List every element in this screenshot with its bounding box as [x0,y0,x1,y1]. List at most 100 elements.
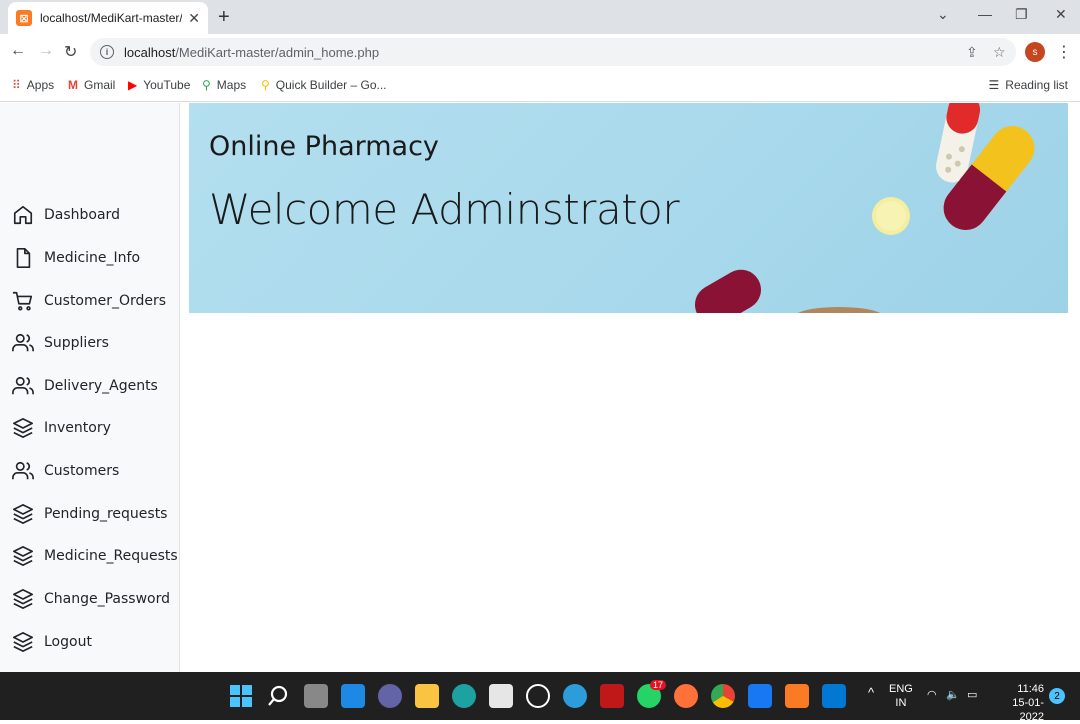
whatsapp-badge: 17 [650,680,667,690]
sidebar-item-label: Medicine_Requests [44,548,178,564]
address-bar-row: ← → ↻ i localhost/MediKart-master/admin_… [0,34,1080,70]
sidebar-item-customers[interactable]: Customers [12,458,119,484]
windows-taskbar: 17 ^ ENG IN ◠ 🔈 ▭ 11:46 15-01-2022 2 [0,672,1080,723]
sidebar-item-medicine-requests[interactable]: Medicine_Requests [12,543,178,569]
close-window-button[interactable]: ✕ [1055,6,1067,23]
layers-icon [13,504,33,524]
sidebar-item-pending-requests[interactable]: Pending_requests [12,501,167,527]
teams-chat-icon[interactable] [378,684,402,708]
site-info-icon[interactable]: i [100,45,114,59]
sidebar-item-label: Dashboard [44,207,120,223]
url-field[interactable]: i localhost/MediKart-master/admin_home.p… [90,38,1016,66]
bookmark-label: Maps [216,78,247,92]
time-text: 11:46 [1017,683,1044,695]
close-tab-icon[interactable]: ✕ [188,10,200,27]
sidebar-item-label: Inventory [44,420,111,436]
back-button[interactable]: ← [10,42,26,60]
profile-avatar[interactable]: s [1025,42,1045,62]
clock[interactable]: 11:46 15-01-2022 [992,682,1044,724]
bookmark-label: Gmail [84,78,116,92]
sidebar-item-change-password[interactable]: Change_Password [12,586,170,612]
sidebar-item-suppliers[interactable]: Suppliers [12,330,109,356]
users-icon [12,376,34,395]
sidebar-item-customer-orders[interactable]: Customer_Orders [12,288,166,314]
sidebar-item-label: Customer_Orders [44,293,167,309]
reading-list-button[interactable]: ☰ Reading list [989,78,1068,92]
apps-grid-icon: ⠿ [12,78,21,92]
url-host: localhost [124,44,176,60]
search-icon[interactable] [266,684,290,708]
cart-icon [12,291,33,311]
chrome-icon[interactable] [711,684,735,708]
tab-search-icon[interactable]: ⌄ [937,6,949,23]
bookmarks-bar: ⠿ Apps M Gmail ▶ YouTube ⚲ Maps ⚲ Quick … [0,70,1080,102]
bookmark-youtube[interactable]: ▶ YouTube [128,78,190,92]
firefox-icon[interactable] [674,684,698,708]
help-icon[interactable] [563,684,587,708]
vscode-icon[interactable] [822,684,846,708]
layers-icon [13,632,33,652]
bookmark-maps[interactable]: ⚲ Maps [202,78,246,92]
tab-strip: ⊠ localhost/MediKart-master/admin ✕ + ⌄ … [0,0,1080,34]
windows-start-icon[interactable] [229,684,253,708]
sidebar-item-inventory[interactable]: Inventory [12,415,111,441]
welcome-banner: Online Pharmacy Welcome Adminstrator [189,103,1068,313]
gmail-icon: M [68,78,78,92]
sidebar-item-label: Delivery_Agents [44,378,158,394]
sidebar-item-label: Change_Password [44,591,170,607]
volume-icon[interactable]: 🔈 [946,688,960,702]
youtube-icon: ▶ [128,78,138,92]
reading-list-icon: ☰ [988,78,1000,92]
sidebar-item-delivery-agents[interactable]: Delivery_Agents [12,373,158,399]
edge-browser-icon[interactable] [452,684,476,708]
new-tab-button[interactable]: + [218,6,230,29]
microsoft-store-icon[interactable] [489,684,513,708]
bookmark-star-icon[interactable]: ☆ [993,44,1006,61]
sidebar-item-label: Customers [44,463,120,479]
maps-pin-icon: ⚲ [261,78,270,92]
mcafee-icon[interactable] [600,684,624,708]
sidebar-item-dashboard[interactable]: Dashboard [12,202,120,228]
language-indicator[interactable]: ENG IN [889,682,913,710]
minimize-button[interactable]: — [978,6,992,22]
notification-count[interactable]: 2 [1049,688,1065,704]
sidebar-item-label: Logout [44,634,92,650]
reload-button[interactable]: ↻ [64,42,77,62]
banner-title: Welcome Adminstrator [209,185,680,234]
bookmark-quick-builder[interactable]: ⚲ Quick Builder – Go... [261,78,387,92]
sidebar-item-label: Pending_requests [44,506,168,522]
restore-button[interactable]: ❐ [1015,6,1028,23]
browser-menu-icon[interactable]: ⋮ [1056,42,1072,62]
widgets-icon[interactable] [341,684,365,708]
show-hidden-icons-icon[interactable]: ^ [868,686,874,700]
file-explorer-icon[interactable] [415,684,439,708]
sidebar-item-label: Suppliers [44,335,109,351]
bookmark-apps[interactable]: ⠿ Apps [12,78,54,92]
sidebar-item-logout[interactable]: Logout [12,629,92,655]
file-icon [16,248,31,268]
task-view-icon[interactable] [304,684,328,708]
reading-list-label: Reading list [1005,78,1068,92]
home-icon [13,205,33,225]
battery-icon[interactable]: ▭ [967,688,977,702]
share-icon[interactable]: ⇪ [966,44,978,61]
bookmark-label: Apps [26,78,55,92]
facebook-icon[interactable] [748,684,772,708]
layers-icon [13,589,33,609]
bookmark-label: Quick Builder – Go... [275,78,387,92]
xampp-favicon-icon: ⊠ [16,10,32,26]
tab-title: localhost/MediKart-master/admin [40,11,182,25]
lang-line1: ENG [889,683,913,695]
forward-button[interactable]: → [38,42,54,60]
sidebar-item-medicine-info[interactable]: Medicine_Info [12,245,140,271]
browser-tab[interactable]: ⊠ localhost/MediKart-master/admin ✕ [8,2,208,34]
layers-icon [13,546,33,566]
xampp-icon[interactable] [785,684,809,708]
banner-subtitle: Online Pharmacy [209,131,439,162]
bookmark-gmail[interactable]: M Gmail [68,78,115,92]
maps-pin-icon: ⚲ [202,78,211,92]
github-icon[interactable] [526,684,550,708]
users-icon [12,461,34,480]
wifi-icon[interactable]: ◠ [927,688,937,702]
url-path: /MediKart-master/admin_home.php [175,44,380,60]
